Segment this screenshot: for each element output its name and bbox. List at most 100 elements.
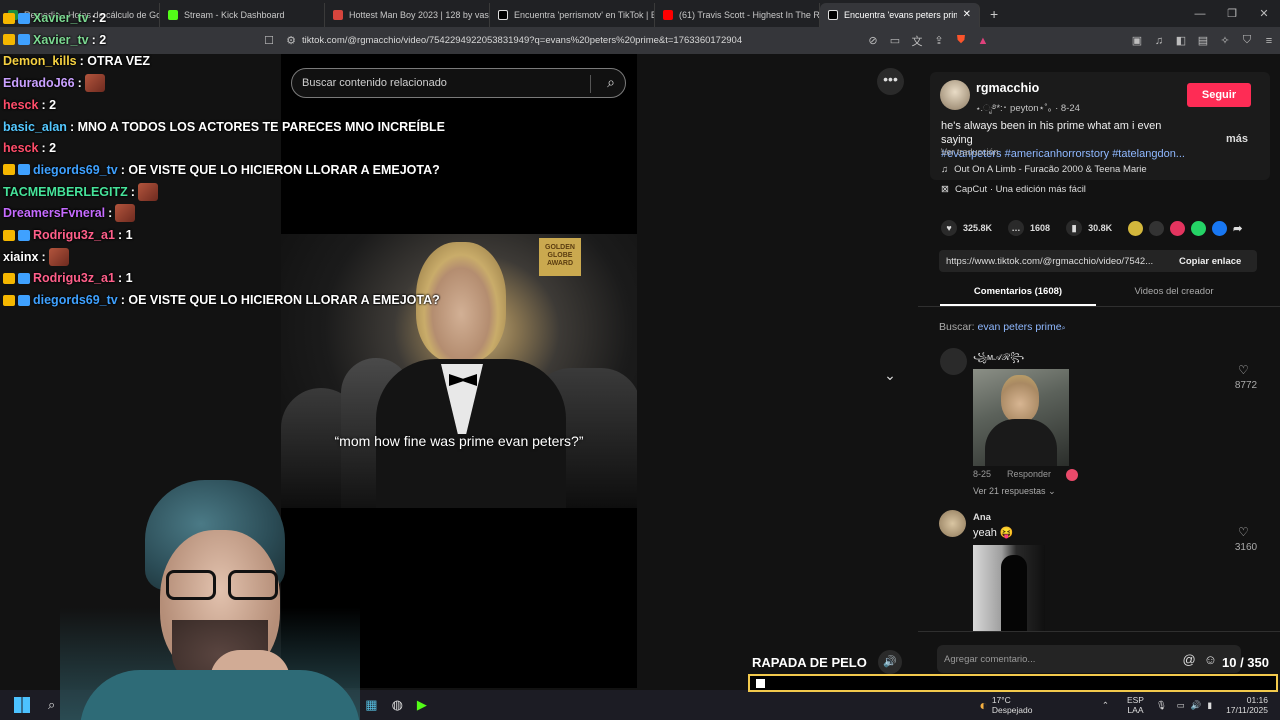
panel-icon[interactable]: ◧ [1170, 34, 1192, 47]
comment-image[interactable] [973, 545, 1045, 631]
comment-count: 1608 [1030, 223, 1051, 233]
commenter-name[interactable]: Ana [973, 512, 991, 523]
rewards-icon[interactable]: ▲ [972, 35, 994, 47]
repost-icon[interactable] [1128, 220, 1144, 236]
more-link[interactable]: más [1226, 133, 1248, 145]
tab-divider [918, 306, 1280, 307]
comment-like-icon[interactable]: ♡ [1238, 363, 1249, 377]
tray-chevron-icon[interactable]: ⌃ [1102, 700, 1109, 711]
commenter-name[interactable]: ꧁ᴍ𝒜ℛ꧂ [973, 351, 1024, 369]
sidebar-icon[interactable]: ▣ [1126, 34, 1148, 47]
steam-icon[interactable]: ◍ [392, 697, 403, 713]
mention-icon[interactable]: @ [1183, 652, 1196, 667]
capcut-row[interactable]: ⊠ CapCut · Una edición más fácil [941, 184, 1086, 195]
bookmark-icon[interactable]: ▮ [1066, 220, 1083, 236]
translate-icon[interactable]: 文 [906, 33, 928, 49]
commenter-avatar[interactable] [939, 510, 966, 537]
translate-link[interactable]: Ver traducción [941, 147, 999, 157]
chat-message: diegords69_tv: OE VISTE QUE LO HICIERON … [3, 290, 440, 310]
reply-link[interactable]: Responder [1007, 469, 1051, 479]
chat-username[interactable]: DreamersFvneral [3, 206, 105, 220]
tiktok-icon [828, 9, 838, 20]
tab-tiktok-active[interactable]: Encuentra 'evans peters prime ✕ [820, 2, 980, 27]
emote-icon [137, 182, 158, 201]
chat-username[interactable]: hesck [3, 141, 38, 155]
chat-username[interactable]: hesck [3, 98, 38, 112]
battery-icon[interactable]: ▮ [1207, 700, 1212, 711]
chat-username[interactable]: diegords69_tv [33, 163, 118, 177]
heart-icon[interactable]: ♥ [941, 220, 957, 236]
clock[interactable]: 01:16 17/11/2025 [1226, 695, 1268, 715]
vpn-icon[interactable]: ⛉ [1236, 34, 1258, 47]
menu-icon[interactable]: ≡ [1258, 35, 1280, 47]
volume-icon[interactable]: 🔊 [878, 650, 902, 674]
chat-username[interactable]: Xavier_tv [33, 33, 89, 47]
view-replies-link[interactable]: Ver 21 respuestas ⌄ [973, 486, 1056, 497]
leo-icon[interactable]: ✧ [1214, 34, 1236, 47]
chat-username[interactable]: xiainx [3, 250, 38, 264]
share-arrow-icon[interactable]: ➦ [1233, 222, 1242, 235]
comment-search[interactable]: Buscar: evan peters prime⌕ [939, 321, 1066, 333]
tab-creator-videos[interactable]: Videos del creador [1096, 286, 1252, 297]
new-tab-icon[interactable]: + [990, 6, 998, 22]
language-indicator[interactable]: ESP LAA [1127, 695, 1144, 715]
music-icon[interactable]: ♫ [1148, 35, 1170, 47]
chat-username[interactable]: basic_alan [3, 120, 67, 134]
mic-icon[interactable]: 🎙 [1156, 700, 1167, 711]
tab-comments[interactable]: Comentarios (1608) [940, 286, 1096, 297]
close-icon[interactable]: ✕ [963, 9, 971, 20]
chat-text: : OE VISTE QUE LO HICIERON LLORAR A EMEJ… [120, 162, 440, 177]
chat-username[interactable]: EduradoJ66 [3, 76, 75, 90]
send-icon[interactable] [1170, 220, 1186, 236]
app-icon[interactable]: ▦ [365, 697, 377, 713]
comment-like-icon[interactable]: ♡ [1238, 525, 1249, 539]
share-icon[interactable]: ⇪ [928, 34, 950, 47]
whatsapp-icon[interactable] [1191, 220, 1207, 236]
input-cursor [756, 679, 765, 688]
chat-username[interactable]: Demon_kills [3, 54, 77, 68]
facebook-icon[interactable] [1212, 220, 1228, 236]
emoji-icon[interactable]: ☺ [1204, 652, 1217, 667]
eye-off-icon[interactable]: ⊘ [862, 34, 884, 47]
chat-username[interactable]: TACMEMBERLEGITZ [3, 185, 128, 199]
chat-username[interactable]: Rodrigu3z_a1 [33, 228, 115, 242]
stream-input-box[interactable] [748, 674, 1278, 692]
tab-youtube[interactable]: (61) Travis Scott - Highest In The Roo [655, 2, 820, 27]
comment-icon[interactable]: … [1008, 220, 1025, 236]
chat-text: : 2 [41, 141, 57, 156]
chat-message: TACMEMBERLEGITZ: [3, 182, 158, 202]
media-play-icon[interactable]: ▶ [417, 697, 427, 713]
taskbar-search-icon[interactable]: ⌕ [48, 697, 55, 713]
add-comment-field[interactable]: Agregar comentario... @ ☺ [937, 645, 1241, 673]
crown-badge-icon [3, 12, 15, 24]
weather-desc: Despejado [991, 705, 1033, 715]
subscriber-badge-icon [18, 12, 30, 24]
embed-icon[interactable] [1149, 220, 1165, 236]
weather-widget[interactable]: 17°C Despejado [992, 695, 1082, 715]
screen-icon[interactable]: ▭ [884, 34, 906, 47]
close-window-icon[interactable]: ✕ [1248, 7, 1280, 20]
more-options-icon[interactable]: ••• [877, 68, 904, 95]
chat-username[interactable]: Xavier_tv [33, 11, 89, 25]
chat-username[interactable]: Rodrigu3z_a1 [33, 271, 115, 285]
author-username[interactable]: rgmacchio [976, 81, 1039, 95]
author-avatar[interactable] [940, 80, 970, 110]
wallet-icon[interactable]: ▤ [1192, 34, 1214, 47]
restore-icon[interactable]: ❐ [1216, 7, 1248, 20]
commenter-avatar[interactable] [940, 348, 967, 375]
search-term[interactable]: evan peters prime [978, 321, 1062, 333]
chat-message: EduradoJ66: [3, 73, 105, 93]
windows-start-icon[interactable] [14, 697, 30, 713]
minimize-icon[interactable]: — [1184, 8, 1216, 20]
music-row[interactable]: ♫ Out On A Limb - Furacão 2000 & Teena M… [941, 164, 1147, 175]
comment-image[interactable] [973, 369, 1069, 466]
share-url[interactable]: https://www.tiktok.com/@rgmacchio/video/… [939, 256, 1171, 267]
network-icon[interactable]: ▭ [1177, 700, 1185, 711]
next-video-icon[interactable]: ⌄ [880, 367, 900, 387]
follow-button[interactable]: Seguir [1187, 83, 1251, 107]
comment-date: 8-25 [973, 469, 992, 479]
chat-username[interactable]: diegords69_tv [33, 293, 118, 307]
speaker-icon[interactable]: 🔊 [1191, 700, 1202, 711]
copy-link-button[interactable]: Copiar enlace [1171, 256, 1241, 267]
brave-shield-icon[interactable]: ⛊ [950, 34, 972, 47]
